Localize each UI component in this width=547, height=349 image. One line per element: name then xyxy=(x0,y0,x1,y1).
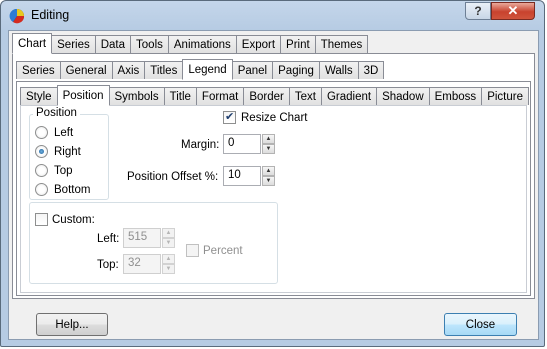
tab-picture[interactable]: Picture xyxy=(481,87,529,105)
custom-left-up-icon[interactable]: ▲ xyxy=(162,228,175,238)
tab-general[interactable]: General xyxy=(59,61,113,79)
tab-paging[interactable]: Paging xyxy=(272,61,320,79)
tab-format[interactable]: Format xyxy=(195,87,245,105)
custom-top-label: Top: xyxy=(97,259,119,271)
chart-subtabs: Series General Axis Titles Legend Panel … xyxy=(16,59,385,80)
margin-stepper[interactable]: 0 ▲ ▼ xyxy=(223,134,275,154)
tab-border[interactable]: Border xyxy=(243,87,290,105)
tab-axis[interactable]: Axis xyxy=(111,61,146,79)
resize-chart-check[interactable] xyxy=(223,110,236,124)
radio-top-button[interactable] xyxy=(35,164,48,177)
custom-label: Custom: xyxy=(52,213,95,226)
close-window-button[interactable]: ✕ xyxy=(491,2,535,20)
radio-top-label: Top xyxy=(54,164,73,177)
custom-left-stepper[interactable]: 515 ▲ ▼ xyxy=(123,228,175,248)
radio-top[interactable]: Top xyxy=(35,164,73,177)
app-icon xyxy=(9,8,25,24)
tab-tools[interactable]: Tools xyxy=(130,35,169,53)
legend-panel: Style Position Symbols Title Format Bord… xyxy=(16,81,531,296)
radio-right-button[interactable] xyxy=(35,145,48,158)
close-icon: ✕ xyxy=(507,3,519,18)
tab-titles[interactable]: Titles xyxy=(144,61,184,79)
tab-themes[interactable]: Themes xyxy=(314,35,369,53)
margin-label: Margin: xyxy=(181,139,220,151)
position-offset-label: Position Offset %: xyxy=(127,171,219,183)
position-offset-up-icon[interactable]: ▲ xyxy=(262,166,275,176)
tab-panel[interactable]: Panel xyxy=(231,61,274,79)
custom-left-down-icon[interactable]: ▼ xyxy=(162,238,175,248)
margin-down-icon[interactable]: ▼ xyxy=(262,144,275,154)
tab-animations[interactable]: Animations xyxy=(167,35,237,53)
tab-position[interactable]: Position xyxy=(56,85,110,106)
legend-subtabs: Style Position Symbols Title Format Bord… xyxy=(20,85,529,106)
position-offset-stepper[interactable]: 10 ▲ ▼ xyxy=(223,166,275,186)
radio-left-label: Left xyxy=(54,126,74,139)
tab-series[interactable]: Series xyxy=(51,35,96,53)
tab-chart-series[interactable]: Series xyxy=(16,61,61,79)
tab-chart[interactable]: Chart xyxy=(12,33,53,54)
radio-bottom-label: Bottom xyxy=(54,183,91,196)
window-title: Editing xyxy=(31,8,70,22)
custom-check[interactable] xyxy=(35,213,48,226)
radio-right[interactable]: Right xyxy=(35,145,81,158)
position-group-title: Position xyxy=(33,107,80,119)
tab-text[interactable]: Text xyxy=(288,87,322,105)
percent-checkbox[interactable]: Percent xyxy=(186,244,243,257)
tab-shadow[interactable]: Shadow xyxy=(376,87,430,105)
tab-emboss[interactable]: Emboss xyxy=(428,87,483,105)
question-icon: ? xyxy=(474,4,482,18)
position-offset-down-icon[interactable]: ▼ xyxy=(262,176,275,186)
help-title-button[interactable]: ? xyxy=(465,2,491,20)
resize-chart-label: Resize Chart xyxy=(241,111,308,124)
radio-left-button[interactable] xyxy=(35,126,48,139)
percent-label: Percent xyxy=(203,244,243,257)
tab-print[interactable]: Print xyxy=(280,35,316,53)
radio-bottom-button[interactable] xyxy=(35,183,48,196)
radio-left[interactable]: Left xyxy=(35,126,73,139)
tab-gradient[interactable]: Gradient xyxy=(320,87,378,105)
main-tabs: Chart Series Data Tools Animations Expor… xyxy=(12,33,369,54)
position-offset-input[interactable]: 10 xyxy=(223,166,261,186)
custom-left-input[interactable]: 515 xyxy=(123,228,161,248)
help-button[interactable]: Help... xyxy=(36,313,108,336)
margin-up-icon[interactable]: ▲ xyxy=(262,134,275,144)
custom-top-stepper[interactable]: 32 ▲ ▼ xyxy=(123,254,175,274)
tab-style[interactable]: Style xyxy=(20,87,58,105)
close-button[interactable]: Close xyxy=(444,313,517,336)
chart-panel: Series General Axis Titles Legend Panel … xyxy=(12,53,535,299)
custom-top-down-icon[interactable]: ▼ xyxy=(162,264,175,274)
editing-window: Editing ? ✕ Chart Series Data Tools Anim… xyxy=(0,0,545,347)
radio-right-label: Right xyxy=(54,145,81,158)
position-panel: Position Left Right Top Bottom ✔ Resize … xyxy=(20,105,527,293)
margin-input[interactable]: 0 xyxy=(223,134,261,154)
tab-symbols[interactable]: Symbols xyxy=(108,87,165,105)
dialog-client: Chart Series Data Tools Animations Expor… xyxy=(8,30,539,340)
tab-3d[interactable]: 3D xyxy=(357,61,385,79)
resize-chart-checkbox[interactable]: Resize Chart xyxy=(223,110,308,124)
tab-export[interactable]: Export xyxy=(235,35,282,53)
tab-walls[interactable]: Walls xyxy=(318,61,359,79)
tab-title[interactable]: Title xyxy=(163,87,197,105)
custom-checkbox[interactable]: Custom: xyxy=(35,213,95,226)
percent-check[interactable] xyxy=(186,244,199,257)
custom-top-up-icon[interactable]: ▲ xyxy=(162,254,175,264)
custom-top-input[interactable]: 32 xyxy=(123,254,161,274)
tab-data[interactable]: Data xyxy=(94,35,132,53)
title-bar: Editing ? ✕ xyxy=(1,1,544,29)
radio-bottom[interactable]: Bottom xyxy=(35,183,90,196)
tab-legend[interactable]: Legend xyxy=(182,59,233,80)
custom-left-label: Left: xyxy=(97,233,120,245)
